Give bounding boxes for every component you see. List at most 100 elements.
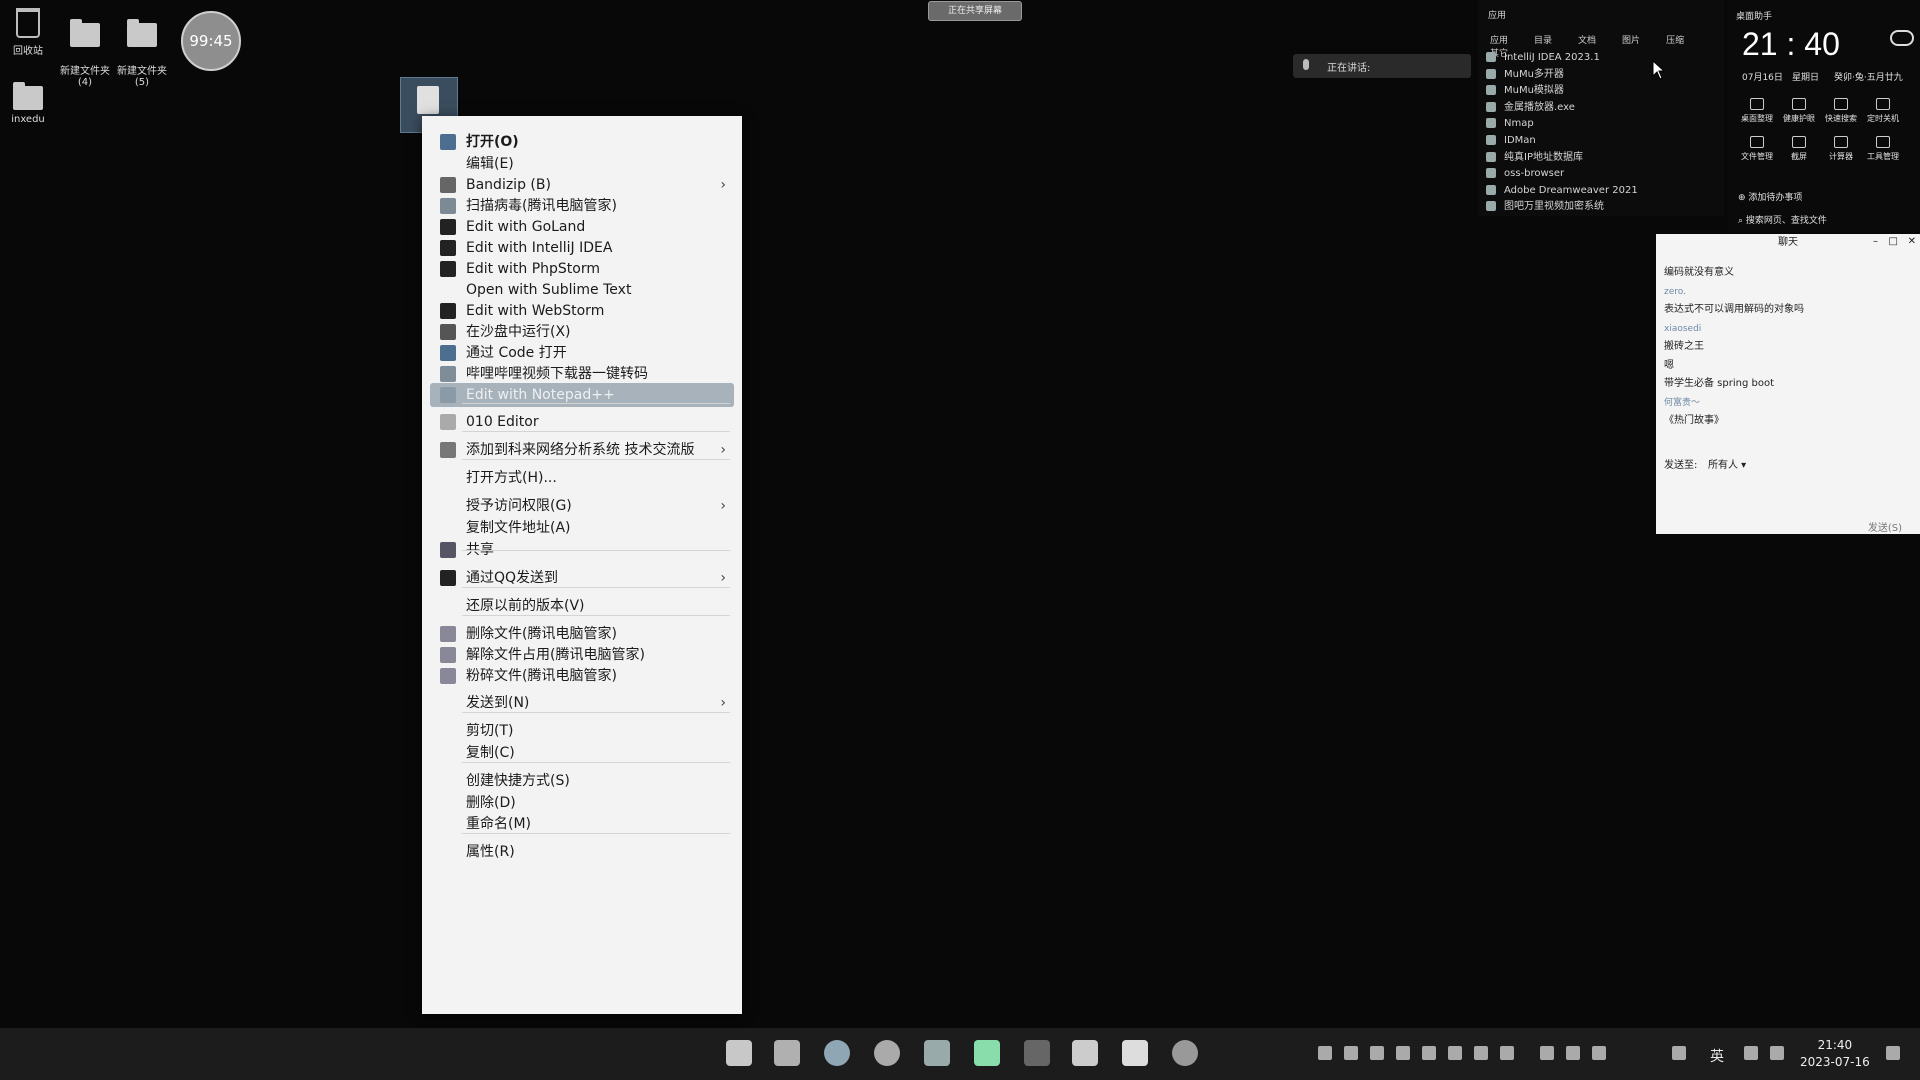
send-to-label: 发送至:	[1664, 460, 1698, 471]
desktop-icon-label: 新建文件夹 (4)	[60, 66, 110, 88]
monitor-icon[interactable]	[1566, 1046, 1580, 1060]
send-button[interactable]: 发送(S)	[1868, 519, 1902, 534]
010-editor-icon	[440, 414, 456, 430]
app-name: IDMan	[1504, 134, 1536, 146]
menu-item[interactable]: 打开方式(H)...	[430, 466, 734, 490]
assistant-tool[interactable]: 截屏	[1778, 136, 1820, 162]
tray-icon[interactable]	[1344, 1046, 1358, 1060]
send-to-select[interactable]: 所有人 ▾	[1708, 456, 1746, 471]
chat-messages: 编码就没有意义 zero. 表达式不可以调用解码的对象吗 xiaosedi 搬砖之王嗯带…	[1664, 264, 1804, 431]
menu-separator	[462, 833, 730, 834]
assistant-tool[interactable]: 健康护眼	[1778, 98, 1820, 124]
add-todo-label: 添加待办事项	[1748, 193, 1803, 203]
tray-icon[interactable]	[1448, 1046, 1462, 1060]
close-icon[interactable]: ✕	[1908, 236, 1916, 247]
menu-item[interactable]: 创建快捷方式(S)	[430, 769, 734, 793]
assistant-search[interactable]: ⌕ 搜索网页、查找文件	[1738, 213, 1827, 226]
desktop-icon-inxedu[interactable]: inxedu	[0, 82, 63, 125]
powerpoint-icon[interactable]	[1072, 1040, 1098, 1066]
assistant-clock: 21 : 40	[1742, 26, 1840, 62]
taskbar-date: 2023-07-16	[1800, 1055, 1870, 1069]
app-name: 纯真IP地址数据库	[1504, 151, 1583, 163]
taskbar-clock[interactable]: 21:40 2023-07-16	[1800, 1037, 1870, 1071]
menu-separator	[462, 712, 730, 713]
app-tab[interactable]: 图片	[1622, 33, 1640, 46]
assistant-tool[interactable]: 定时关机	[1862, 98, 1904, 124]
volume-icon[interactable]	[1770, 1046, 1784, 1060]
tool-icon	[1792, 136, 1806, 148]
tool-label: 快速搜索	[1825, 114, 1857, 123]
assistant-tool[interactable]: 桌面整理	[1736, 98, 1778, 124]
menu-item[interactable]: 属性(R)	[430, 840, 734, 864]
chat-message: 搬砖之王	[1664, 341, 1704, 352]
chrome-browser-icon[interactable]	[874, 1040, 900, 1066]
terminal-icon[interactable]	[1024, 1040, 1050, 1066]
app-list-item[interactable]: oss-browser	[1486, 166, 1638, 183]
microphone-icon[interactable]	[1672, 1046, 1686, 1060]
intellij-icon[interactable]	[1122, 1040, 1148, 1066]
app-icon	[1486, 52, 1496, 62]
assistant-date: 07月16日	[1742, 73, 1783, 83]
tray-icon[interactable]	[1592, 1046, 1606, 1060]
edge-browser-icon[interactable]	[824, 1040, 850, 1066]
app-tab[interactable]: 应用	[1490, 33, 1508, 46]
tray-icon[interactable]	[1396, 1046, 1410, 1060]
ime-indicator[interactable]: 英	[1710, 1046, 1724, 1066]
app-list-item[interactable]: 图吧万里视频加密系统	[1486, 199, 1638, 216]
tray-icon[interactable]	[1422, 1046, 1436, 1060]
app-list-item[interactable]: MuMu模拟器	[1486, 83, 1638, 100]
tray-icon[interactable]	[1474, 1046, 1488, 1060]
tray-icon[interactable]	[1318, 1046, 1332, 1060]
app-list-item[interactable]: IDMan	[1486, 133, 1638, 150]
app-tab[interactable]: 压缩	[1666, 33, 1684, 46]
floating-timer[interactable]: 99:45	[181, 11, 241, 71]
app-list-item[interactable]: IntelliJ IDEA 2023.1	[1486, 50, 1638, 67]
shield-icon[interactable]	[1370, 1046, 1384, 1060]
assistant-tool[interactable]: 工具管理	[1862, 136, 1904, 162]
chat-message: 表达式不可以调用解码的对象吗	[1664, 304, 1804, 315]
sticky-app-icon[interactable]	[924, 1040, 950, 1066]
maximize-icon[interactable]: □	[1889, 236, 1898, 247]
app-tab[interactable]: 文档	[1578, 33, 1596, 46]
menu-separator	[462, 762, 730, 763]
screen-share-indicator[interactable]: 正在共享屏幕	[928, 1, 1022, 21]
app-list-item[interactable]: 金属播放器.exe	[1486, 100, 1638, 117]
assistant-title: 桌面助手	[1736, 12, 1773, 22]
intellij-icon	[440, 240, 456, 256]
desktop-icon-label: 回收站	[13, 46, 43, 57]
delete-file-icon	[440, 626, 456, 642]
chat-nickname: 何富贵～	[1664, 397, 1701, 408]
chat-title: 聊天	[1778, 237, 1798, 248]
photos-icon[interactable]	[974, 1040, 1000, 1066]
menu-item[interactable]: 复制文件地址(A)	[430, 516, 734, 540]
tray-icon[interactable]	[1540, 1046, 1554, 1060]
add-todo-link[interactable]: ⊕ 添加待办事项	[1738, 190, 1802, 203]
chat-nickname: xiaosedi	[1664, 323, 1702, 334]
chat-message: 编码就没有意义	[1664, 267, 1734, 278]
paw-app-icon[interactable]	[1172, 1040, 1198, 1066]
app-list-item[interactable]: Nmap	[1486, 116, 1638, 133]
notification-icon[interactable]	[1886, 1046, 1900, 1060]
app-tab[interactable]: 目录	[1534, 33, 1552, 46]
sandbox-icon	[440, 324, 456, 340]
file-explorer-icon[interactable]	[774, 1040, 800, 1066]
menu-item[interactable]: 剪切(T)	[430, 719, 734, 743]
tray-icon[interactable]	[1500, 1046, 1514, 1060]
chat-nickname: zero.	[1664, 286, 1686, 297]
menu-item-label: 属性(R)	[466, 844, 515, 860]
minimize-icon[interactable]: –	[1873, 236, 1878, 247]
app-list-item[interactable]: 纯真IP地址数据库	[1486, 150, 1638, 167]
app-icon	[1486, 184, 1496, 195]
network-icon[interactable]	[1744, 1046, 1758, 1060]
assistant-tool[interactable]: 计算器	[1820, 136, 1862, 162]
app-list-item[interactable]: MuMu多开器	[1486, 67, 1638, 84]
menu-item[interactable]: 粉碎文件(腾讯电脑管家)	[430, 664, 734, 688]
start-icon[interactable]	[726, 1040, 752, 1066]
assistant-tool[interactable]: 文件管理	[1736, 136, 1778, 162]
menu-item[interactable]: 打开(O)	[430, 130, 734, 154]
menu-item-label: 打开方式(H)...	[466, 470, 557, 486]
app-list-item[interactable]: Adobe Dreamweaver 2021	[1486, 183, 1638, 200]
desktop-icon-folder-5[interactable]: 新建文件夹 (5)	[107, 12, 177, 88]
assistant-tool[interactable]: 快速搜索	[1820, 98, 1862, 124]
menu-item[interactable]: 授予访问权限(G) ›	[430, 494, 734, 518]
